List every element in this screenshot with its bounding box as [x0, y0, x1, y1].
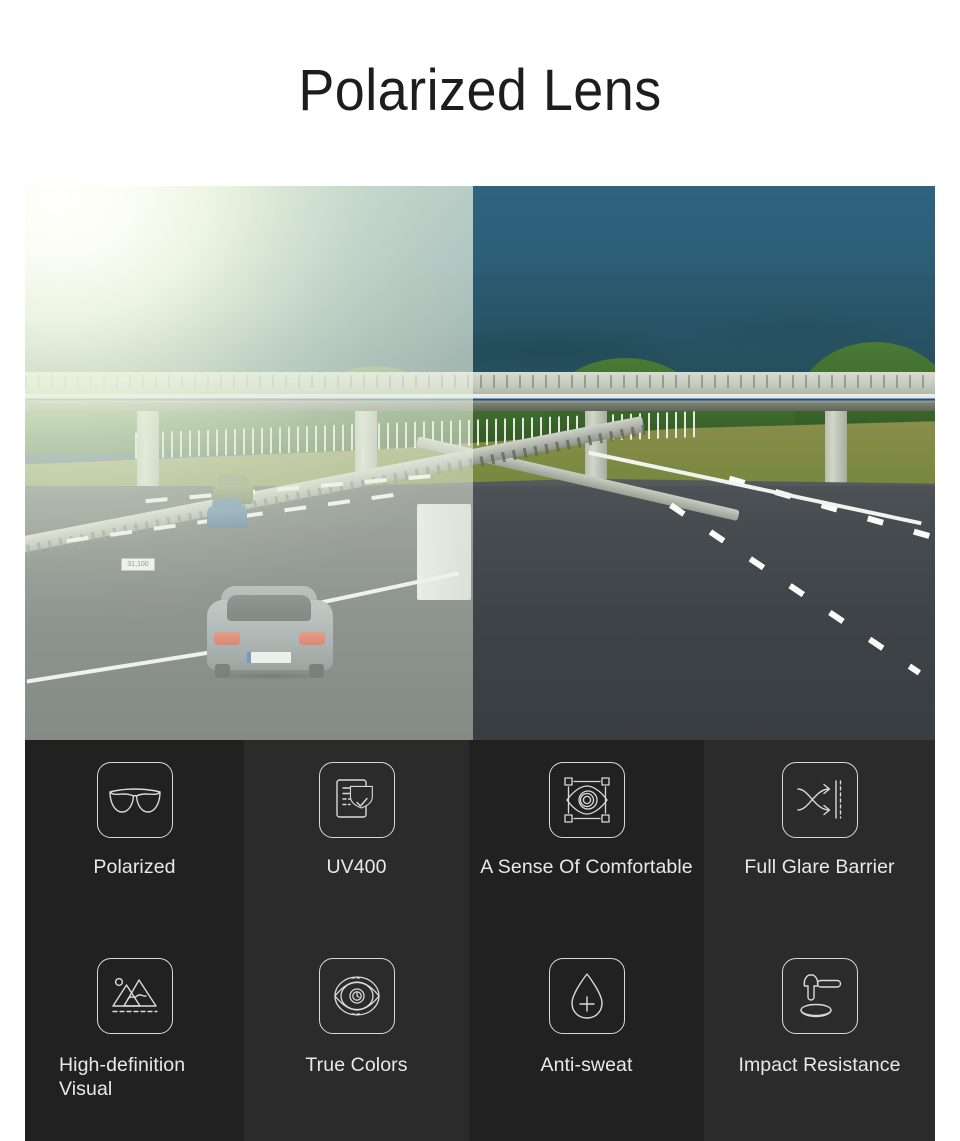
feature-cell-true-colors[interactable]: True Colors — [244, 936, 469, 1141]
truck — [417, 504, 471, 600]
water-droplet-plus-icon — [548, 958, 625, 1034]
feature-cell-glare-barrier[interactable]: Full Glare Barrier — [704, 740, 935, 936]
highway-scene-left: 31,100 — [25, 186, 473, 740]
bridge-pier — [825, 411, 847, 493]
feature-cell-anti-sweat[interactable]: Anti-sweat — [469, 936, 704, 1141]
bridge-pier — [137, 411, 159, 493]
feature-cell-uv400[interactable]: UV400 — [244, 740, 469, 936]
feature-label: Impact Resistance — [738, 1054, 901, 1076]
overpass-bridge — [25, 372, 473, 418]
highway-scene-right: 31,100 — [473, 186, 935, 740]
uv-certificate-shield-icon — [318, 762, 395, 838]
feature-label: High-definition Visual — [59, 1054, 186, 1100]
comparison-right-polarized-panel: 31,100 — [473, 186, 935, 740]
polarized-lens-comparison-photo: 31,100 — [25, 186, 935, 740]
license-plate — [247, 652, 291, 663]
landscape-image-icon — [96, 958, 173, 1034]
feature-cell-high-definition-visual[interactable]: High-definition Visual — [25, 936, 244, 1141]
feature-grid: Polarized UV400 A Sense Of Comfortable F… — [25, 740, 935, 1141]
feature-label: Anti-sweat — [540, 1054, 633, 1076]
feature-label: Full Glare Barrier — [744, 856, 895, 878]
feature-cell-comfortable[interactable]: A Sense Of Comfortable — [469, 740, 704, 936]
hammer-lens-icon — [781, 958, 858, 1034]
comparison-left-unpolarized-panel: 31,100 — [25, 186, 473, 740]
km-marker: 31,100 — [121, 558, 155, 571]
feature-label: UV400 — [326, 856, 387, 878]
sunglasses-icon — [96, 762, 173, 838]
foreground-car — [207, 586, 333, 680]
distant-car-blue — [207, 498, 247, 528]
eye-focus-frame-icon — [548, 762, 625, 838]
eye-rings-icon — [318, 958, 395, 1034]
page-title: Polarized Lens — [298, 58, 662, 123]
glare-barrier-arrows-icon — [781, 762, 858, 838]
feature-cell-impact-resistance[interactable]: Impact Resistance — [704, 936, 935, 1141]
feature-cell-polarized[interactable]: Polarized — [25, 740, 244, 936]
feature-label: Polarized — [93, 856, 176, 878]
feature-label: True Colors — [305, 1054, 408, 1076]
feature-label: A Sense Of Comfortable — [480, 856, 693, 878]
overpass-bridge — [473, 372, 935, 418]
